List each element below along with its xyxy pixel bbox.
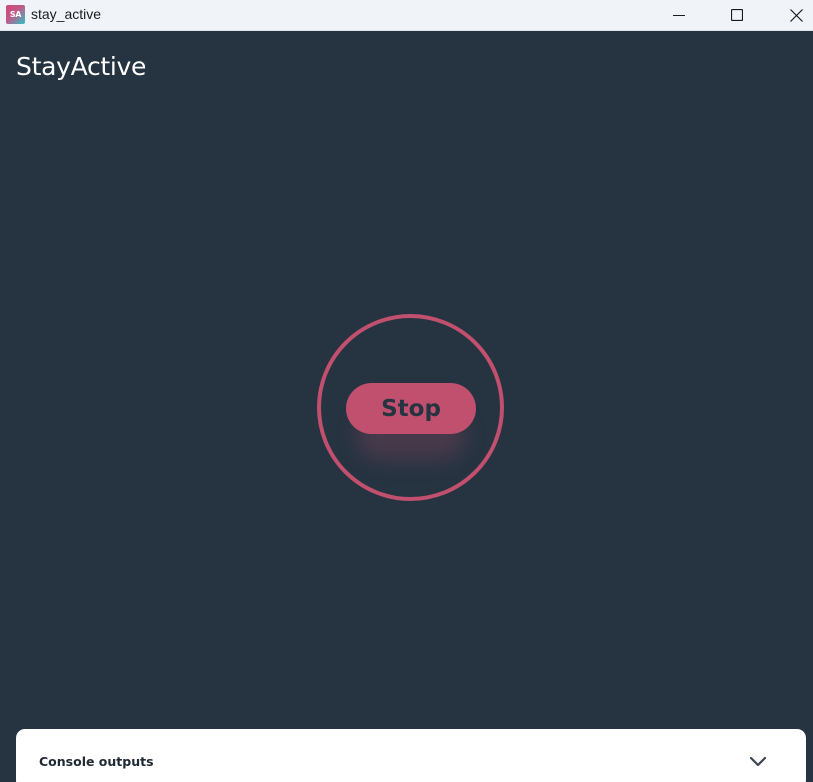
close-icon	[789, 8, 803, 22]
maximize-icon	[731, 9, 743, 21]
console-panel[interactable]: Console outputs	[16, 729, 806, 782]
app-title: StayActive	[16, 52, 147, 81]
app-window: SA stay_active StayActive Stop Console o…	[0, 0, 813, 782]
stop-button[interactable]: Stop	[346, 383, 476, 434]
app-icon: SA	[6, 5, 25, 24]
minimize-button[interactable]	[656, 0, 702, 30]
close-button[interactable]	[773, 0, 813, 30]
window-title: stay_active	[31, 6, 102, 22]
chevron-down-icon[interactable]	[749, 754, 767, 768]
title-bar[interactable]: SA stay_active	[0, 0, 813, 31]
console-title: Console outputs	[39, 754, 154, 769]
maximize-button[interactable]	[714, 0, 760, 30]
minimize-icon	[673, 15, 685, 16]
